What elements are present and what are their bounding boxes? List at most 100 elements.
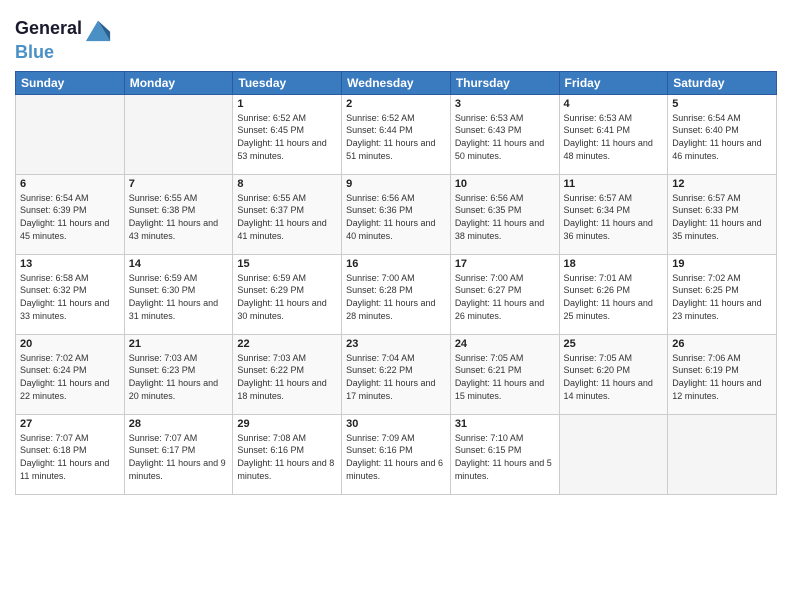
cell-content: Sunrise: 7:02 AM Sunset: 6:25 PM Dayligh… — [672, 272, 772, 322]
day-number: 7 — [129, 178, 229, 190]
calendar-cell: 21 Sunrise: 7:03 AM Sunset: 6:23 PM Dayli… — [124, 334, 233, 414]
day-number: 26 — [672, 338, 772, 350]
calendar-cell — [124, 94, 233, 174]
cell-content: Sunrise: 6:54 AM Sunset: 6:40 PM Dayligh… — [672, 112, 772, 162]
cell-content: Sunrise: 7:03 AM Sunset: 6:22 PM Dayligh… — [237, 352, 337, 402]
cell-content: Sunrise: 7:08 AM Sunset: 6:16 PM Dayligh… — [237, 432, 337, 482]
calendar-cell: 19 Sunrise: 7:02 AM Sunset: 6:25 PM Dayli… — [668, 254, 777, 334]
calendar-cell: 26Sunrise: 7:06 AM Sunset: 6:19 PM Dayli… — [668, 334, 777, 414]
calendar-cell: 18 Sunrise: 7:01 AM Sunset: 6:26 PM Dayli… — [559, 254, 668, 334]
cell-content: Sunrise: 7:10 AM Sunset: 6:15 PM Dayligh… — [455, 432, 555, 482]
day-number: 21 — [129, 338, 229, 350]
cell-content: Sunrise: 6:52 AM Sunset: 6:44 PM Dayligh… — [346, 112, 446, 162]
cell-content: Sunrise: 7:03 AM Sunset: 6:23 PM Dayligh… — [129, 352, 229, 402]
calendar-header-tuesday: Tuesday — [233, 71, 342, 94]
logo-icon — [84, 15, 112, 43]
calendar-cell: 5 Sunrise: 6:54 AM Sunset: 6:40 PM Daylig… — [668, 94, 777, 174]
day-number: 25 — [564, 338, 664, 350]
cell-content: Sunrise: 7:01 AM Sunset: 6:26 PM Dayligh… — [564, 272, 664, 322]
calendar-cell — [559, 414, 668, 494]
cell-content: Sunrise: 6:57 AM Sunset: 6:34 PM Dayligh… — [564, 192, 664, 242]
day-number: 20 — [20, 338, 120, 350]
calendar-table: SundayMondayTuesdayWednesdayThursdayFrid… — [15, 71, 777, 495]
day-number: 30 — [346, 418, 446, 430]
logo-text: General — [15, 19, 82, 39]
cell-content: Sunrise: 7:09 AM Sunset: 6:16 PM Dayligh… — [346, 432, 446, 482]
cell-content: Sunrise: 6:56 AM Sunset: 6:36 PM Dayligh… — [346, 192, 446, 242]
cell-content: Sunrise: 6:58 AM Sunset: 6:32 PM Dayligh… — [20, 272, 120, 322]
cell-content: Sunrise: 7:07 AM Sunset: 6:18 PM Dayligh… — [20, 432, 120, 482]
calendar-cell: 29 Sunrise: 7:08 AM Sunset: 6:16 PM Dayli… — [233, 414, 342, 494]
calendar-cell: 20Sunrise: 7:02 AM Sunset: 6:24 PM Dayli… — [16, 334, 125, 414]
day-number: 24 — [455, 338, 555, 350]
calendar-cell: 16 Sunrise: 7:00 AM Sunset: 6:28 PM Dayli… — [342, 254, 451, 334]
day-number: 6 — [20, 178, 120, 190]
cell-content: Sunrise: 6:59 AM Sunset: 6:30 PM Dayligh… — [129, 272, 229, 322]
calendar-cell: 13 Sunrise: 6:58 AM Sunset: 6:32 PM Dayli… — [16, 254, 125, 334]
page: General Blue SundayMondayTuesdayWednesda… — [0, 0, 792, 612]
calendar-cell: 23 Sunrise: 7:04 AM Sunset: 6:22 PM Dayli… — [342, 334, 451, 414]
calendar-cell: 30 Sunrise: 7:09 AM Sunset: 6:16 PM Dayli… — [342, 414, 451, 494]
logo-blue: Blue — [15, 43, 112, 63]
day-number: 11 — [564, 178, 664, 190]
cell-content: Sunrise: 6:52 AM Sunset: 6:45 PM Dayligh… — [237, 112, 337, 162]
cell-content: Sunrise: 7:07 AM Sunset: 6:17 PM Dayligh… — [129, 432, 229, 482]
calendar-header-thursday: Thursday — [450, 71, 559, 94]
cell-content: Sunrise: 7:05 AM Sunset: 6:21 PM Dayligh… — [455, 352, 555, 402]
calendar-cell: 10 Sunrise: 6:56 AM Sunset: 6:35 PM Dayli… — [450, 174, 559, 254]
day-number: 23 — [346, 338, 446, 350]
cell-content: Sunrise: 7:05 AM Sunset: 6:20 PM Dayligh… — [564, 352, 664, 402]
calendar-week-4: 27 Sunrise: 7:07 AM Sunset: 6:18 PM Dayli… — [16, 414, 777, 494]
day-number: 15 — [237, 258, 337, 270]
calendar-cell: 6 Sunrise: 6:54 AM Sunset: 6:39 PM Daylig… — [16, 174, 125, 254]
day-number: 22 — [237, 338, 337, 350]
cell-content: Sunrise: 7:04 AM Sunset: 6:22 PM Dayligh… — [346, 352, 446, 402]
cell-content: Sunrise: 7:00 AM Sunset: 6:28 PM Dayligh… — [346, 272, 446, 322]
cell-content: Sunrise: 6:55 AM Sunset: 6:38 PM Dayligh… — [129, 192, 229, 242]
calendar-cell: 17Sunrise: 7:00 AM Sunset: 6:27 PM Dayli… — [450, 254, 559, 334]
calendar-week-1: 6 Sunrise: 6:54 AM Sunset: 6:39 PM Daylig… — [16, 174, 777, 254]
calendar-cell: 15 Sunrise: 6:59 AM Sunset: 6:29 PM Dayli… — [233, 254, 342, 334]
day-number: 28 — [129, 418, 229, 430]
cell-content: Sunrise: 7:00 AM Sunset: 6:27 PM Dayligh… — [455, 272, 555, 322]
day-number: 5 — [672, 98, 772, 110]
day-number: 1 — [237, 98, 337, 110]
calendar-header-row: SundayMondayTuesdayWednesdayThursdayFrid… — [16, 71, 777, 94]
day-number: 4 — [564, 98, 664, 110]
calendar-header-sunday: Sunday — [16, 71, 125, 94]
calendar-cell: 11 Sunrise: 6:57 AM Sunset: 6:34 PM Dayli… — [559, 174, 668, 254]
cell-content: Sunrise: 6:54 AM Sunset: 6:39 PM Dayligh… — [20, 192, 120, 242]
cell-content: Sunrise: 6:57 AM Sunset: 6:33 PM Dayligh… — [672, 192, 772, 242]
logo: General Blue — [15, 15, 112, 63]
calendar-cell: 3Sunrise: 6:53 AM Sunset: 6:43 PM Daylig… — [450, 94, 559, 174]
calendar-cell: 8 Sunrise: 6:55 AM Sunset: 6:37 PM Daylig… — [233, 174, 342, 254]
cell-content: Sunrise: 6:59 AM Sunset: 6:29 PM Dayligh… — [237, 272, 337, 322]
calendar-cell: 14 Sunrise: 6:59 AM Sunset: 6:30 PM Dayli… — [124, 254, 233, 334]
cell-content: Sunrise: 6:53 AM Sunset: 6:41 PM Dayligh… — [564, 112, 664, 162]
calendar-header-friday: Friday — [559, 71, 668, 94]
day-number: 19 — [672, 258, 772, 270]
day-number: 31 — [455, 418, 555, 430]
day-number: 13 — [20, 258, 120, 270]
calendar-cell: 12Sunrise: 6:57 AM Sunset: 6:33 PM Dayli… — [668, 174, 777, 254]
calendar-cell: 22 Sunrise: 7:03 AM Sunset: 6:22 PM Dayli… — [233, 334, 342, 414]
day-number: 14 — [129, 258, 229, 270]
day-number: 8 — [237, 178, 337, 190]
cell-content: Sunrise: 6:55 AM Sunset: 6:37 PM Dayligh… — [237, 192, 337, 242]
day-number: 16 — [346, 258, 446, 270]
day-number: 27 — [20, 418, 120, 430]
calendar-cell: 31 Sunrise: 7:10 AM Sunset: 6:15 PM Dayli… — [450, 414, 559, 494]
calendar-cell: 7 Sunrise: 6:55 AM Sunset: 6:38 PM Daylig… — [124, 174, 233, 254]
cell-content: Sunrise: 6:56 AM Sunset: 6:35 PM Dayligh… — [455, 192, 555, 242]
day-number: 3 — [455, 98, 555, 110]
calendar-cell: 4 Sunrise: 6:53 AM Sunset: 6:41 PM Daylig… — [559, 94, 668, 174]
calendar-cell: 1 Sunrise: 6:52 AM Sunset: 6:45 PM Daylig… — [233, 94, 342, 174]
calendar-header-monday: Monday — [124, 71, 233, 94]
day-number: 29 — [237, 418, 337, 430]
day-number: 18 — [564, 258, 664, 270]
calendar-week-0: 1 Sunrise: 6:52 AM Sunset: 6:45 PM Daylig… — [16, 94, 777, 174]
calendar-cell: 2Sunrise: 6:52 AM Sunset: 6:44 PM Daylig… — [342, 94, 451, 174]
calendar-header-saturday: Saturday — [668, 71, 777, 94]
day-number: 10 — [455, 178, 555, 190]
header: General Blue — [15, 10, 777, 63]
